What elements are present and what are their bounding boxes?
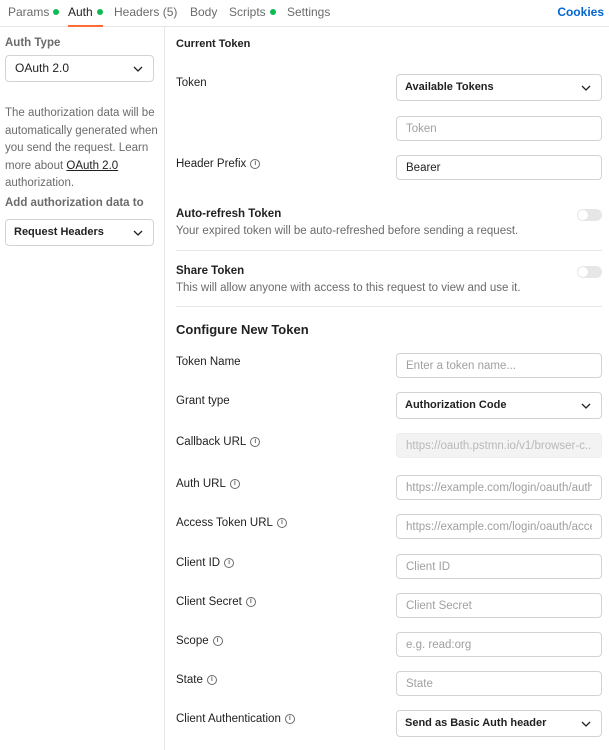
params-status-dot <box>53 9 60 15</box>
add-auth-select[interactable]: Request Headers <box>5 219 154 246</box>
toggle-knob <box>578 210 588 220</box>
info-icon: i <box>245 597 256 607</box>
auth-description: The authorization data will be automatic… <box>5 107 158 189</box>
scripts-status-dot <box>269 9 276 15</box>
header-prefix-input[interactable] <box>396 155 602 180</box>
info-icon: i <box>229 479 240 489</box>
auto-refresh-desc: Your expired token will be auto-refreshe… <box>176 225 519 237</box>
info-icon: i <box>206 675 217 685</box>
share-token-toggle[interactable] <box>577 266 602 278</box>
available-tokens-select[interactable]: Available Tokens <box>396 74 602 101</box>
scope-input[interactable] <box>396 632 602 657</box>
share-token-title: Share Token <box>176 265 245 277</box>
toggle-knob <box>578 267 588 277</box>
token-input[interactable] <box>396 116 602 141</box>
token-label: Token <box>176 77 207 89</box>
auth-type-select[interactable]: OAuth 2.0 <box>5 55 154 82</box>
callback-url-input <box>396 433 602 458</box>
client-id-label: Client ID i <box>176 557 235 569</box>
state-input[interactable] <box>396 671 602 696</box>
chevron-down-icon <box>581 711 591 736</box>
chevron-down-icon <box>133 56 143 81</box>
auto-refresh-toggle[interactable] <box>577 209 602 221</box>
tab-settings[interactable]: Settings <box>287 0 330 27</box>
client-auth-select[interactable]: Send as Basic Auth header <box>396 710 602 737</box>
auth-type-panel: Auth Type OAuth 2.0 The authorization da… <box>0 27 165 750</box>
divider <box>176 306 602 307</box>
auto-refresh-title: Auto-refresh Token <box>176 208 282 220</box>
client-secret-label: Client Secret i <box>176 596 256 608</box>
auth-url-input[interactable] <box>396 475 602 500</box>
client-secret-input[interactable] <box>396 593 602 618</box>
info-icon: i <box>250 437 261 447</box>
scope-label: Scope i <box>176 635 223 647</box>
info-icon: i <box>212 636 223 646</box>
access-token-url-label: Access Token URL i <box>176 517 287 529</box>
auth-status-dot <box>96 9 103 15</box>
tab-auth[interactable]: Auth <box>68 0 103 27</box>
header-prefix-label: Header Prefix i <box>176 158 261 170</box>
add-auth-label: Add authorization data to <box>5 197 144 209</box>
access-token-url-input[interactable] <box>396 514 602 539</box>
grant-type-label: Grant type <box>176 395 230 407</box>
state-label: State i <box>176 674 217 686</box>
chevron-down-icon <box>133 220 143 245</box>
token-name-label: Token Name <box>176 356 241 368</box>
configure-token-title: Configure New Token <box>176 322 309 337</box>
info-icon: i <box>250 159 261 169</box>
chevron-down-icon <box>581 75 591 100</box>
auth-type-value: OAuth 2.0 <box>15 61 70 75</box>
auth-url-label: Auth URL i <box>176 478 240 490</box>
cookies-link[interactable]: Cookies <box>557 0 604 27</box>
tab-scripts[interactable]: Scripts <box>229 0 276 27</box>
divider <box>176 250 602 251</box>
add-auth-value: Request Headers <box>14 226 104 238</box>
client-auth-label: Client Authentication i <box>176 713 295 725</box>
chevron-down-icon <box>581 393 591 418</box>
info-icon: i <box>276 518 287 528</box>
callback-url-label: Callback URL i <box>176 436 261 448</box>
current-token-title: Current Token <box>176 38 251 50</box>
token-name-input[interactable] <box>396 353 602 378</box>
auth-type-label: Auth Type <box>5 37 61 49</box>
share-token-desc: This will allow anyone with access to th… <box>176 282 521 294</box>
tab-params[interactable]: Params <box>8 0 60 27</box>
tab-headers[interactable]: Headers (5) <box>114 0 177 27</box>
info-icon: i <box>284 714 295 724</box>
request-tabs: Params Auth Headers (5) Body Scripts Set… <box>0 0 609 27</box>
grant-type-select[interactable]: Authorization Code <box>396 392 602 419</box>
oauth-learn-more-link[interactable]: OAuth 2.0 <box>66 160 118 172</box>
client-id-input[interactable] <box>396 554 602 579</box>
info-icon: i <box>224 558 235 568</box>
tab-body[interactable]: Body <box>190 0 217 27</box>
token-config-panel: Current Token Token Available Tokens Hea… <box>165 27 609 750</box>
